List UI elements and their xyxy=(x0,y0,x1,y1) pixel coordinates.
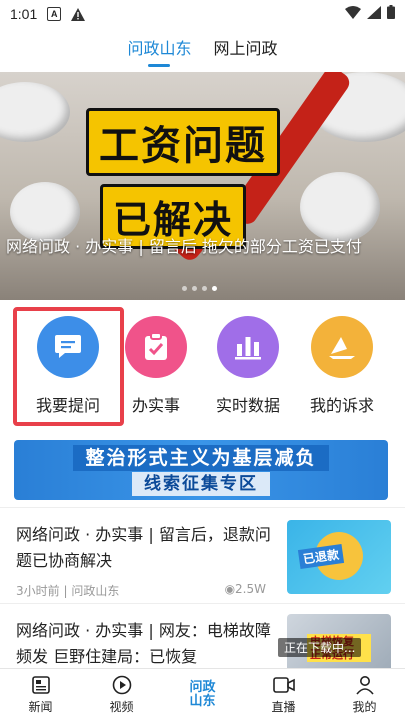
news-title: 网络问政 · 办实事 | 网友：电梯故障频发 巨野住建局：已恢复 xyxy=(16,621,271,666)
question-mark-decoration xyxy=(10,182,80,242)
carousel-dot xyxy=(182,286,187,291)
news-thumbnail: 已退款 xyxy=(287,520,391,594)
play-icon xyxy=(111,674,133,696)
quick-action-my-appeals[interactable]: 我的诉求 xyxy=(297,316,387,416)
news-title: 网络问政 · 办实事 | 留言后，退款问题已协商解决 xyxy=(16,525,271,570)
status-bar: 1:01 A xyxy=(0,0,405,28)
news-views: ◉2.5W xyxy=(225,582,266,599)
nav-label: 新闻 xyxy=(28,700,53,714)
nav-item-news[interactable]: 新闻 xyxy=(0,669,81,720)
tab-online-wenzheng[interactable]: 网上问政 xyxy=(214,35,278,67)
live-camera-icon xyxy=(272,674,295,696)
quick-action-label: 办实事 xyxy=(131,396,180,415)
news-icon xyxy=(30,674,52,696)
carousel-indicator xyxy=(182,286,217,291)
quick-action-label: 实时数据 xyxy=(215,396,280,415)
quick-action-do-things[interactable]: 办实事 xyxy=(111,316,201,416)
status-time: 1:01 xyxy=(10,6,38,22)
wifi-icon xyxy=(345,5,361,23)
question-mark-decoration xyxy=(300,172,380,242)
downloading-toast: 正在下载中... xyxy=(278,638,362,657)
signal-icon xyxy=(367,5,381,23)
message-icon xyxy=(37,316,99,378)
promo-banner[interactable]: 整治形式主义为基层减负 线索征集专区 xyxy=(14,440,388,500)
quick-action-label: 我要提问 xyxy=(35,396,100,415)
news-time-source: 3小时前 | 问政山东 xyxy=(16,584,120,598)
paper-plane-icon xyxy=(311,316,373,378)
notification-a-icon: A xyxy=(47,7,62,21)
news-list-item[interactable]: 网络问政 · 办实事 | 网友：电梯故障频发 巨野住建局：已恢复 电梯恢复 正常… xyxy=(0,603,405,668)
news-meta: 3小时前 | 问政山东 ◉2.5W xyxy=(16,582,266,599)
battery-icon xyxy=(387,5,395,23)
quick-action-label: 我的诉求 xyxy=(309,396,374,415)
eye-icon: ◉ xyxy=(224,582,236,596)
nav-item-wenzheng[interactable]: 问政山东 xyxy=(162,669,243,720)
warning-icon xyxy=(71,7,86,21)
banner-headline: 工资问题 已解决 xyxy=(86,108,280,249)
carousel-dot-active xyxy=(212,286,217,291)
news-list-item[interactable]: 网络问政 · 办实事 | 留言后，退款问题已协商解决 3小时前 | 问政山东 ◉… xyxy=(0,507,405,603)
quick-action-ask[interactable]: 我要提问 xyxy=(23,316,113,416)
nav-label: 视频 xyxy=(109,700,134,714)
top-tabs: 问政山东 网上问政 xyxy=(0,30,405,72)
question-mark-decoration xyxy=(0,82,70,142)
bottom-nav: 新闻 视频 问政山东 直播 我的 xyxy=(0,668,405,720)
tab-wenzheng-shandong[interactable]: 问政山东 xyxy=(127,35,192,67)
banner-caption: 网络问政 · 办实事 | 留言后 拖欠的部分工资已支付 xyxy=(6,237,362,256)
carousel-dot xyxy=(202,286,207,291)
nav-item-live[interactable]: 直播 xyxy=(243,669,324,720)
quick-action-realtime-data[interactable]: 实时数据 xyxy=(203,316,293,416)
clipboard-check-icon xyxy=(125,316,187,378)
banner-headline-line1: 工资问题 xyxy=(86,108,280,176)
promo-line2: 线索征集专区 xyxy=(132,471,270,496)
user-icon xyxy=(354,674,376,696)
news-views-count: 2.5W xyxy=(235,582,266,596)
carousel-dot xyxy=(192,286,197,291)
nav-label: 我的 xyxy=(352,700,377,714)
nav-item-video[interactable]: 视频 xyxy=(81,669,162,720)
promo-line1: 整治形式主义为基层减负 xyxy=(73,444,329,471)
banner-carousel[interactable]: 工资问题 已解决 网络问政 · 办实事 | 留言后 拖欠的部分工资已支付 xyxy=(0,72,405,300)
bar-chart-icon xyxy=(217,316,279,378)
quick-actions: 我要提问 办实事 实时数据 我的诉求 xyxy=(0,304,405,426)
nav-label: 直播 xyxy=(271,700,296,714)
news-time: 3小时前 xyxy=(16,584,60,598)
news-source: 问政山东 xyxy=(71,584,120,598)
nav-item-mine[interactable]: 我的 xyxy=(324,669,405,720)
wenzheng-logo: 问政山东 xyxy=(189,679,216,709)
